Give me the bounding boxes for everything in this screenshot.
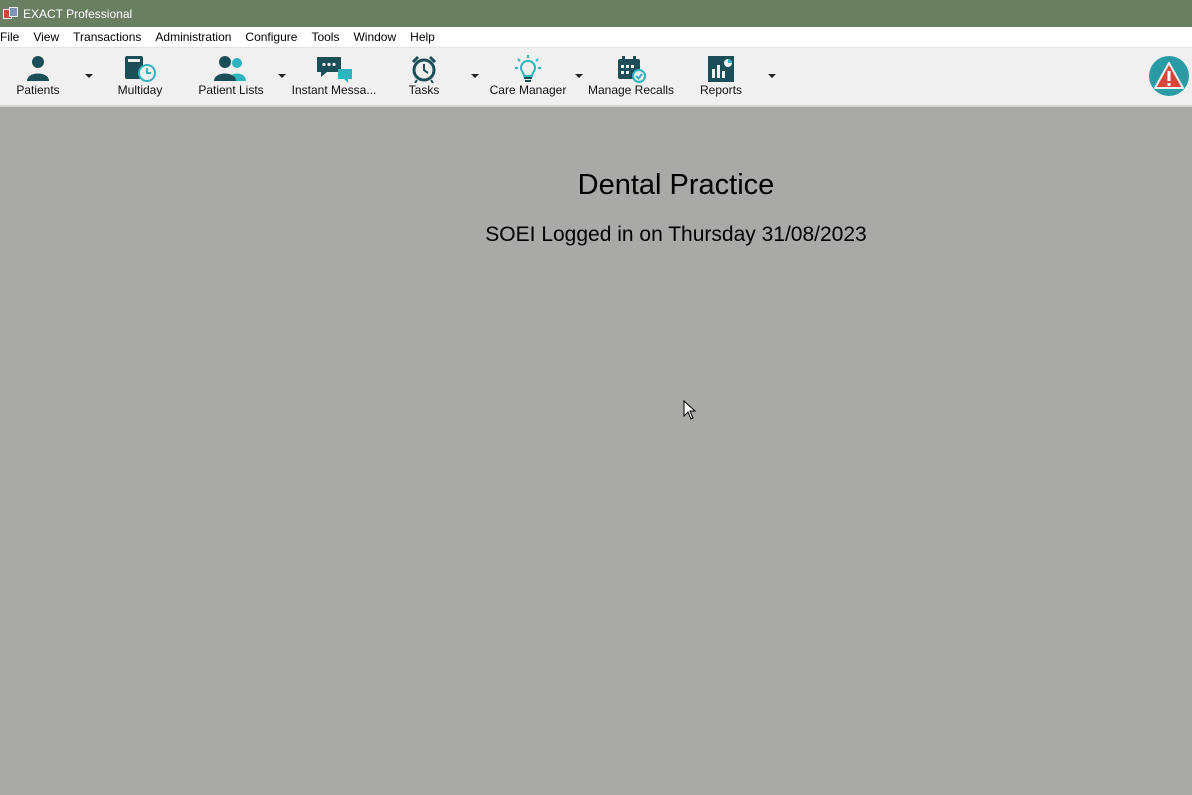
care-manager-dropdown-icon[interactable] <box>575 74 583 78</box>
alert-button[interactable] <box>1149 56 1189 96</box>
menu-configure[interactable]: Configure <box>238 27 304 48</box>
patient-lists-dropdown-icon[interactable] <box>278 74 286 78</box>
patients-label: Patients <box>16 83 60 97</box>
care-manager-button[interactable]: Care Manager <box>490 48 566 104</box>
patients-dropdown-icon[interactable] <box>85 74 93 78</box>
care-manager-label: Care Manager <box>489 83 567 97</box>
person-icon <box>27 56 49 81</box>
practice-name: Dental Practice <box>577 169 775 201</box>
instant-messages-label: Instant Messa... <box>291 83 377 97</box>
reports-button[interactable]: Reports <box>696 48 746 104</box>
menu-transactions[interactable]: Transactions <box>66 27 148 48</box>
multiday-label: Multiday <box>117 83 163 97</box>
main-toolbar: Patients Multiday Patient Lists Instant … <box>0 48 1192 107</box>
workspace: Dental Practice SOEI Logged in on Thursd… <box>0 107 1192 795</box>
menu-file[interactable]: File <box>0 27 26 48</box>
tasks-dropdown-icon[interactable] <box>471 74 479 78</box>
people-icon <box>214 56 246 81</box>
menu-administration[interactable]: Administration <box>148 27 238 48</box>
lightbulb-icon <box>515 55 541 82</box>
reports-dropdown-icon[interactable] <box>768 74 776 78</box>
app-logo-icon <box>3 6 19 22</box>
menu-tools[interactable]: Tools <box>304 27 346 48</box>
alarm-clock-icon <box>411 55 437 83</box>
report-chart-icon <box>708 56 734 82</box>
tasks-button[interactable]: Tasks <box>398 48 450 104</box>
chat-bubbles-icon <box>317 57 352 83</box>
menu-window[interactable]: Window <box>346 27 403 48</box>
title-bar: EXACT Professional <box>0 0 1192 27</box>
menu-view[interactable]: View <box>26 27 66 48</box>
manage-recalls-label: Manage Recalls <box>587 83 675 97</box>
reports-label: Reports <box>699 83 743 97</box>
menu-help[interactable]: Help <box>403 27 442 48</box>
warning-triangle-icon <box>1154 62 1184 89</box>
manage-recalls-button[interactable]: Manage Recalls <box>587 48 675 104</box>
book-clock-icon <box>125 56 156 82</box>
instant-messages-button[interactable]: Instant Messa... <box>292 48 376 104</box>
tasks-label: Tasks <box>408 83 440 97</box>
menu-bar: File View Transactions Administration Co… <box>0 27 1192 48</box>
multiday-button[interactable]: Multiday <box>112 48 168 104</box>
patients-button[interactable]: Patients <box>10 48 66 104</box>
window-title: EXACT Professional <box>23 6 133 21</box>
calendar-check-icon <box>618 56 646 83</box>
mouse-cursor-icon <box>683 400 697 420</box>
patient-lists-label: Patient Lists <box>198 83 264 97</box>
login-status: SOEI Logged in on Thursday 31/08/2023 <box>485 223 867 246</box>
patient-lists-button[interactable]: Patient Lists <box>198 48 264 104</box>
